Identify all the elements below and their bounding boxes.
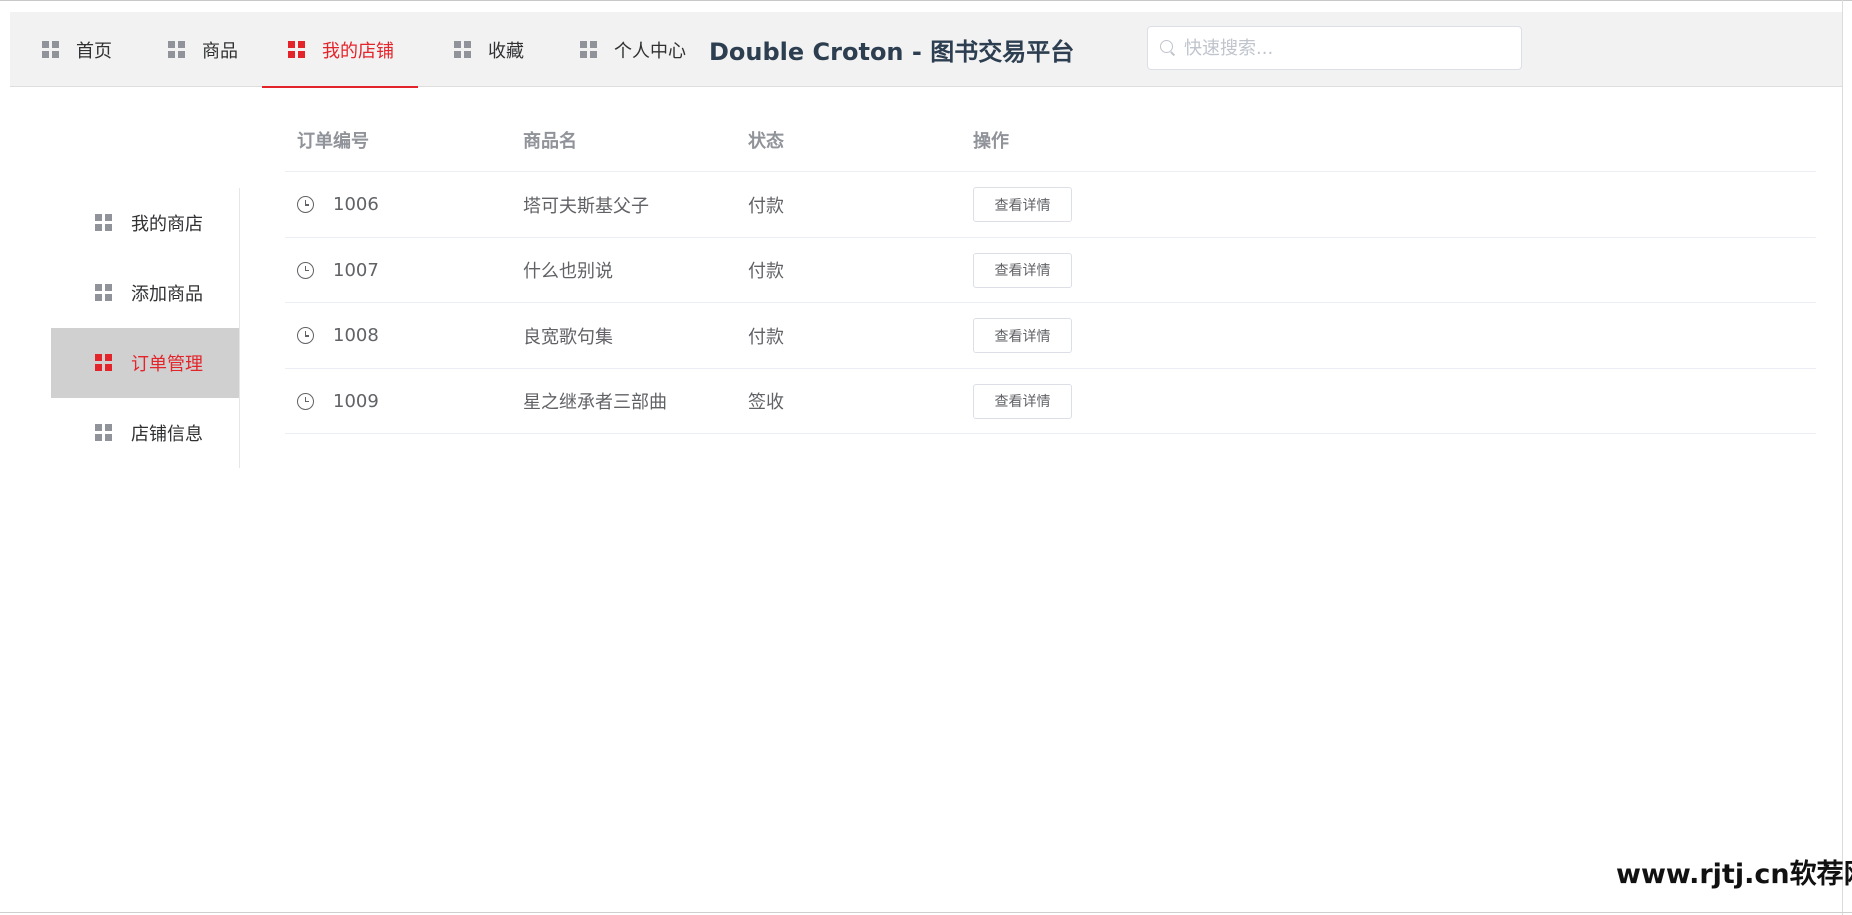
nav-item-favorites[interactable]: 收藏 [454,12,524,87]
clock-icon [297,196,314,213]
nav-item-label: 首页 [76,40,112,62]
side-menu: 我的商店 添加商品 订单管理 店铺信息 [51,188,240,468]
view-details-button[interactable]: 查看详情 [973,187,1072,222]
nav-item-label: 个人中心 [614,40,686,62]
sidebar-item-label: 我的商店 [131,214,203,235]
table-header: 订单编号 商品名 状态 操作 [285,108,1816,172]
order-id: 1006 [333,194,379,215]
nav-item-products[interactable]: 商品 [168,12,238,87]
table-row: 1008 良宽歌句集 付款 查看详情 [285,303,1816,369]
clock-icon [297,392,314,410]
order-status: 付款 [748,195,784,217]
view-details-button[interactable]: 查看详情 [973,252,1072,288]
clock-icon [297,327,314,344]
product-name: 塔可夫斯基父子 [523,195,649,217]
watermark: www.rjtj.cn软荐网 [1616,859,1852,890]
table-row: 1007 什么也别说 付款 查看详情 [285,238,1816,303]
clock-icon [297,261,314,279]
product-name: 什么也别说 [523,261,613,282]
nav-item-personal-center[interactable]: 个人中心 [580,12,686,87]
grid-icon [95,284,113,302]
search-icon [1160,40,1176,56]
order-status: 付款 [748,261,784,282]
grid-icon [95,424,113,442]
column-header-product-name: 商品名 [523,131,577,152]
view-details-button[interactable]: 查看详情 [973,383,1072,419]
nav-item-home[interactable]: 首页 [42,12,112,87]
grid-icon [95,214,113,232]
page-right-border [1842,0,1843,915]
top-navbar: 首页 商品 我的店铺 收藏 个人中心 Double Croton - 图书交易平… [10,12,1842,88]
sidebar-item-my-store[interactable]: 我的商店 [51,188,239,258]
grid-icon [288,40,306,59]
sidebar-item-add-product[interactable]: 添加商品 [51,258,239,328]
action-cell: 查看详情 [973,172,1072,237]
order-id-cell: 1009 [297,369,379,434]
table-row: 1009 星之继承者三部曲 签收 查看详情 [285,369,1816,434]
grid-icon [95,354,113,372]
action-cell: 查看详情 [973,369,1072,434]
sidebar-item-label: 添加商品 [131,284,203,305]
nav-item-label: 商品 [202,40,238,62]
search-input[interactable] [1184,37,1504,59]
sidebar-item-label: 订单管理 [131,354,203,375]
grid-icon [42,40,60,59]
column-header-status: 状态 [748,131,784,152]
action-cell: 查看详情 [973,303,1072,368]
product-name: 良宽歌句集 [523,326,613,348]
table-row: 1006 塔可夫斯基父子 付款 查看详情 [285,172,1816,238]
order-status: 签收 [748,392,784,413]
view-details-button[interactable]: 查看详情 [973,318,1072,353]
grid-icon [454,40,472,59]
order-status: 付款 [748,326,784,348]
page-top-border [0,0,1852,1]
orders-table: 订单编号 商品名 状态 操作 1006 塔可夫斯基父子 付款 查看详情 1007… [285,108,1816,434]
sidebar-item-label: 店铺信息 [131,424,203,445]
nav-item-label: 收藏 [488,40,524,62]
product-name: 星之继承者三部曲 [523,392,667,413]
order-id: 1008 [333,325,379,346]
action-cell: 查看详情 [973,238,1072,303]
order-id: 1009 [333,390,379,412]
column-header-actions: 操作 [973,131,1009,152]
order-id-cell: 1007 [297,238,379,303]
grid-icon [580,40,598,59]
sidebar-item-order-management[interactable]: 订单管理 [51,328,239,398]
order-id: 1007 [333,259,379,281]
column-header-order-id: 订单编号 [297,131,369,152]
site-title: Double Croton - 图书交易平台 [709,38,1075,66]
sidebar-item-shop-info[interactable]: 店铺信息 [51,398,239,468]
search-box[interactable] [1147,26,1522,70]
nav-item-label: 我的店铺 [322,40,394,62]
order-id-cell: 1008 [297,303,379,368]
order-id-cell: 1006 [297,172,379,237]
page-bottom-border [0,912,1852,913]
nav-item-my-shop[interactable]: 我的店铺 [262,12,418,88]
grid-icon [168,40,186,59]
